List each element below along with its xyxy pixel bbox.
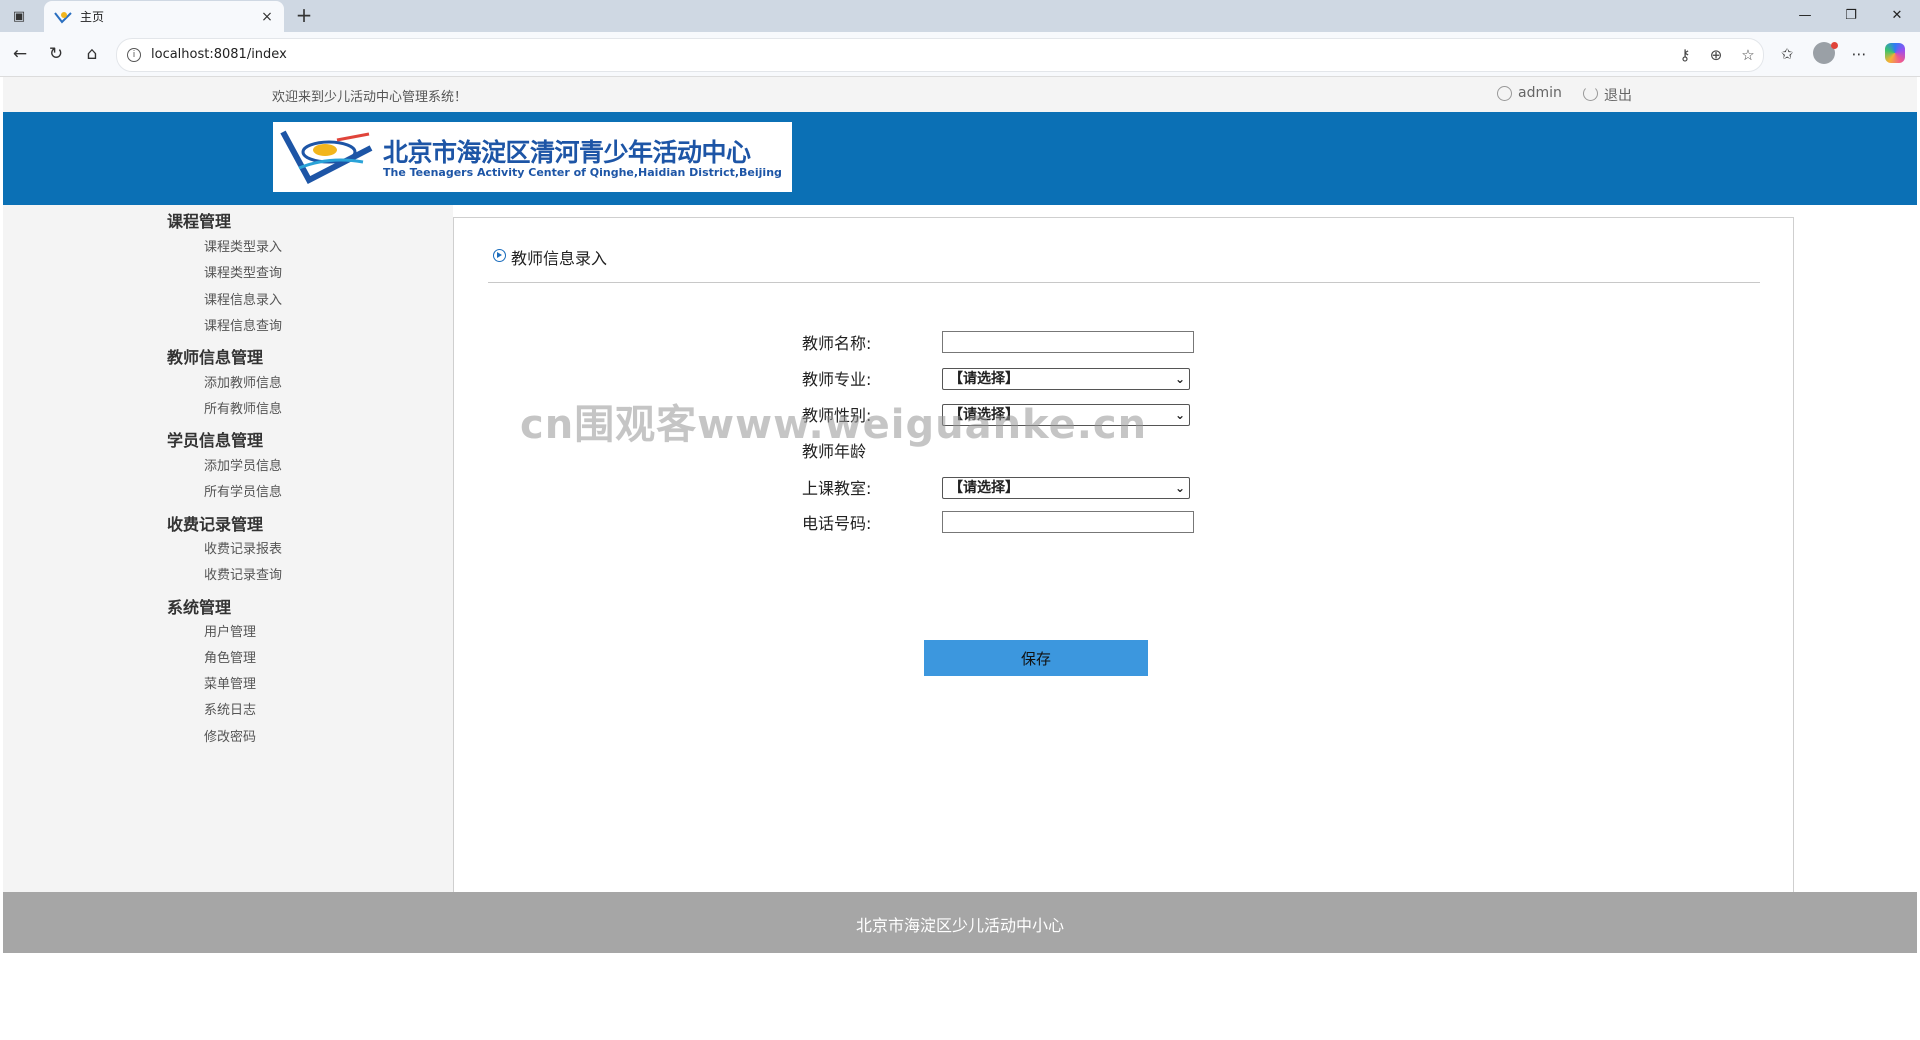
teacher-gender-select[interactable]: 【请选择】 ⌄	[942, 404, 1190, 426]
site-info-icon[interactable]: i	[127, 48, 141, 62]
menu-item-fee-query[interactable]: 收费记录查询	[204, 564, 282, 583]
close-tab-icon[interactable]: ×	[258, 9, 276, 25]
main-content-panel: 教师信息录入 教师名称: 教师专业: 【请选择】 ⌄ 教师性别: 【请选择】 ⌄…	[453, 217, 1794, 896]
teacher-gender-value: 【请选择】	[949, 407, 1019, 423]
notification-dot	[1831, 42, 1838, 49]
phone-input[interactable]	[942, 511, 1194, 533]
home-icon[interactable]: ⌂	[80, 42, 104, 66]
menu-group-student: 学员信息管理	[167, 431, 264, 450]
logo-subtitle: The Teenagers Activity Center of Qinghe,…	[383, 166, 782, 179]
site-logo: 北京市海淀区清河青少年活动中心 The Teenagers Activity C…	[273, 122, 792, 192]
menu-item-course-type-query[interactable]: 课程类型查询	[204, 262, 282, 281]
site-favicon-icon	[54, 11, 72, 24]
footer: 北京市海淀区少儿活动中小心	[3, 892, 1917, 953]
footer-text: 北京市海淀区少儿活动中小心	[855, 916, 1064, 935]
menu-group-fees: 收费记录管理	[167, 515, 264, 534]
menu-item-fee-report[interactable]: 收费记录报表	[204, 538, 282, 557]
phone-label: 电话号码:	[802, 514, 872, 533]
welcome-text: 欢迎来到少儿活动中心管理系统！	[272, 90, 468, 105]
favorites-icon[interactable]: ✩	[1776, 43, 1798, 65]
menu-item-change-password[interactable]: 修改密码	[204, 726, 256, 745]
classroom-value: 【请选择】	[949, 480, 1019, 496]
menu-group-teacher: 教师信息管理	[167, 348, 264, 367]
user-icon	[1497, 86, 1512, 101]
teacher-age-label: 教师年龄	[802, 442, 867, 461]
key-icon[interactable]: ⚷	[1674, 44, 1696, 66]
teacher-major-select[interactable]: 【请选择】 ⌄	[942, 368, 1190, 390]
teacher-name-input[interactable]	[942, 331, 1194, 353]
menu-group-system: 系统管理	[167, 598, 232, 617]
url-text[interactable]: localhost:8081/index	[151, 47, 287, 62]
menu-item-course-info-query[interactable]: 课程信息查询	[204, 315, 282, 334]
address-bar[interactable]: i localhost:8081/index ⚷ ⊕ ☆	[116, 38, 1764, 72]
menu-item-all-teachers[interactable]: 所有教师信息	[204, 398, 282, 417]
title-divider	[488, 282, 1760, 283]
menu-item-users[interactable]: 用户管理	[204, 621, 256, 640]
teacher-major-label: 教师专业:	[802, 370, 872, 389]
logo-title: 北京市海淀区清河青少年活动中心	[383, 138, 751, 167]
close-window-icon[interactable]: ✕	[1874, 0, 1920, 32]
menu-item-course-info-entry[interactable]: 课程信息录入	[204, 289, 282, 308]
menu-item-add-teacher[interactable]: 添加教师信息	[204, 372, 282, 391]
logo-emblem-icon	[280, 130, 373, 185]
favorite-star-icon[interactable]: ☆	[1737, 44, 1759, 66]
username[interactable]: admin	[1518, 85, 1562, 101]
page: 欢迎来到少儿活动中心管理系统！ admin 退出 北京市海淀区清河青少年活动中心…	[3, 77, 1917, 1040]
save-button[interactable]: 保存	[924, 640, 1148, 676]
address-toolbar: ← ↻ ⌂ i localhost:8081/index ⚷ ⊕ ☆ ✩ ⋯	[0, 32, 1920, 77]
classroom-label: 上课教室:	[802, 479, 872, 498]
chevron-down-icon: ⌄	[1174, 481, 1185, 495]
classroom-select[interactable]: 【请选择】 ⌄	[942, 477, 1190, 499]
menu-item-roles[interactable]: 角色管理	[204, 647, 256, 666]
tab-actions-icon[interactable]: ▣	[10, 7, 28, 25]
more-menu-icon[interactable]: ⋯	[1848, 43, 1870, 65]
menu-item-add-student[interactable]: 添加学员信息	[204, 455, 282, 474]
teacher-major-value: 【请选择】	[949, 371, 1019, 387]
restore-icon[interactable]: ❐	[1828, 0, 1874, 32]
zoom-icon[interactable]: ⊕	[1705, 44, 1727, 66]
reload-icon[interactable]: ↻	[44, 42, 68, 66]
power-icon[interactable]	[1583, 86, 1598, 101]
menu-item-course-type-entry[interactable]: 课程类型录入	[204, 236, 282, 255]
browser-tab-strip: ▣ 主页 × + — ❐ ✕	[0, 0, 1920, 32]
back-icon[interactable]: ←	[8, 42, 32, 66]
top-strip: 欢迎来到少儿活动中心管理系统！ admin 退出	[3, 77, 1917, 112]
copilot-icon[interactable]	[1885, 43, 1905, 63]
chevron-down-icon: ⌄	[1174, 372, 1185, 386]
page-title: 教师信息录入	[511, 249, 608, 268]
menu-item-system-log[interactable]: 系统日志	[204, 699, 256, 718]
browser-tab[interactable]: 主页 ×	[44, 1, 284, 32]
play-circle-icon	[493, 249, 506, 262]
menu-item-all-students[interactable]: 所有学员信息	[204, 481, 282, 500]
tab-title: 主页	[80, 10, 105, 24]
new-tab-button[interactable]: +	[292, 4, 316, 28]
teacher-name-label: 教师名称:	[802, 334, 872, 353]
minimize-icon[interactable]: —	[1782, 0, 1828, 32]
logout-link[interactable]: 退出	[1604, 85, 1632, 105]
menu-item-menus[interactable]: 菜单管理	[204, 673, 256, 692]
chevron-down-icon: ⌄	[1174, 408, 1185, 422]
teacher-gender-label: 教师性别:	[802, 406, 872, 425]
sidebar: 课程管理 课程类型录入 课程类型查询 课程信息录入 课程信息查询 教师信息管理 …	[3, 205, 453, 892]
menu-group-course: 课程管理	[167, 212, 232, 231]
